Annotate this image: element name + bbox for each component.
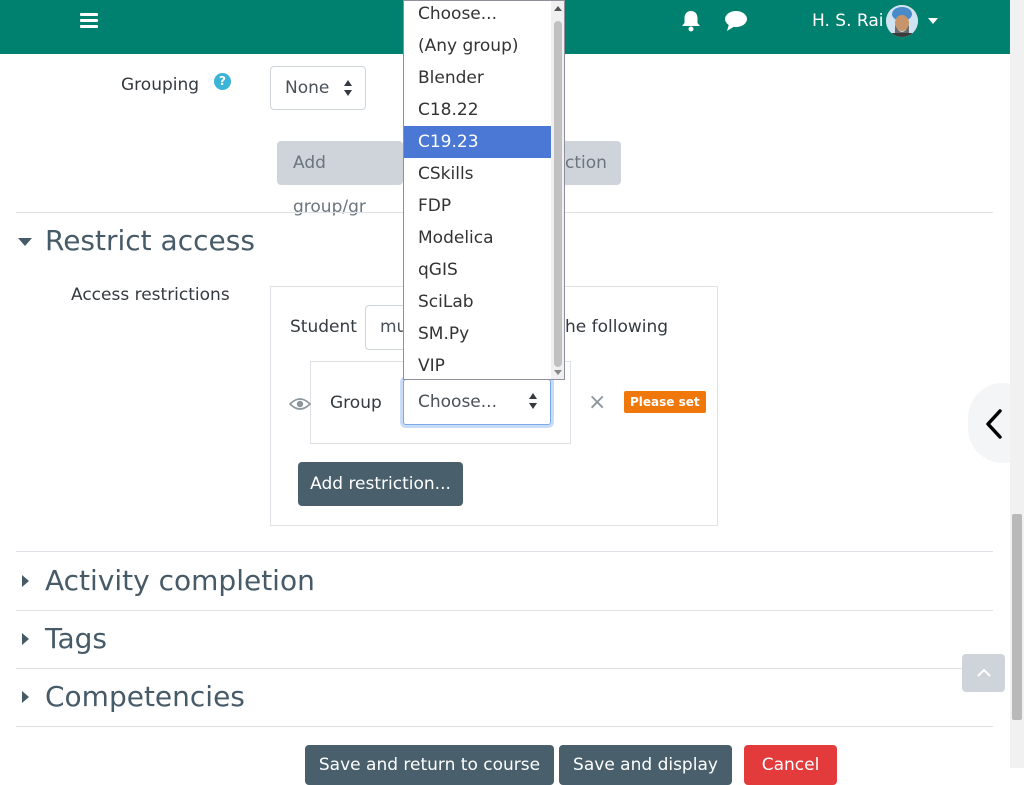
dropdown-option[interactable]: Modelica <box>404 222 551 254</box>
student-label: Student <box>290 317 357 337</box>
hamburger-menu-icon[interactable] <box>78 10 100 32</box>
divider <box>16 610 993 611</box>
select-arrows-icon <box>344 80 353 96</box>
expand-caret-right-icon[interactable] <box>22 575 29 587</box>
select-arrows-icon <box>529 393 538 409</box>
tags-heading[interactable]: Tags <box>45 622 107 656</box>
divider <box>16 726 993 727</box>
page-scrollbar-thumb[interactable] <box>1012 514 1022 720</box>
grouping-select-value: None <box>285 78 330 98</box>
following-text: he following <box>565 317 669 337</box>
divider <box>16 551 993 552</box>
eye-icon[interactable] <box>288 396 312 410</box>
dropdown-option[interactable]: Blender <box>404 62 551 94</box>
dropdown-option[interactable]: SciLab <box>404 286 551 318</box>
group-dropdown-list[interactable]: Choose... (Any group) Blender C18.22 C19… <box>403 0 565 380</box>
dropdown-option[interactable]: FDP <box>404 190 551 222</box>
notifications-bell-icon[interactable] <box>680 9 702 33</box>
dropdown-scrollbar-thumb[interactable] <box>554 21 562 367</box>
grouping-label: Grouping <box>121 75 200 95</box>
dropdown-scrollbar[interactable] <box>551 1 564 379</box>
group-label: Group <box>330 393 382 413</box>
student-must-select[interactable]: mu <box>365 305 407 350</box>
grouping-select[interactable]: None <box>270 66 366 110</box>
group-select-value: Choose... <box>418 392 497 412</box>
user-avatar[interactable] <box>886 5 918 37</box>
add-group-restriction-label-right: ction <box>565 153 607 173</box>
dropdown-option[interactable]: CSkills <box>404 158 551 190</box>
add-group-restriction-button[interactable]: Add group/gr <box>277 141 403 217</box>
dropdown-option[interactable]: C18.22 <box>404 94 551 126</box>
please-set-badge: Please set <box>624 391 706 413</box>
expand-caret-right-icon[interactable] <box>22 633 29 645</box>
scroll-to-top-button[interactable] <box>962 654 1005 692</box>
user-name[interactable]: H. S. Rai <box>812 10 883 32</box>
scroll-up-arrow-icon[interactable] <box>554 6 562 11</box>
cancel-button[interactable]: Cancel <box>744 745 837 785</box>
expand-caret-right-icon[interactable] <box>22 691 29 703</box>
group-select[interactable]: Choose... <box>403 379 551 425</box>
dropdown-option[interactable]: (Any group) <box>404 30 551 62</box>
delete-close-icon[interactable]: × <box>588 392 606 414</box>
add-group-restriction-label-left: Add group/gr <box>293 153 366 217</box>
activity-completion-heading[interactable]: Activity completion <box>45 564 315 598</box>
dropdown-option[interactable]: Choose... <box>404 1 551 30</box>
dropdown-option[interactable]: SM.Py <box>404 318 551 350</box>
divider <box>16 668 993 669</box>
access-restrictions-label: Access restrictions <box>71 285 230 305</box>
save-and-return-button[interactable]: Save and return to course <box>305 745 554 785</box>
collapse-caret-down-icon[interactable] <box>18 238 32 246</box>
help-question-icon[interactable]: ? <box>214 73 231 90</box>
add-group-restriction-button-tail[interactable]: ction <box>565 141 621 185</box>
dropdown-option[interactable]: qGIS <box>404 254 551 286</box>
dropdown-option[interactable]: C19.23 <box>404 126 551 158</box>
save-and-display-button[interactable]: Save and display <box>559 745 732 785</box>
dropdown-option[interactable]: VIP <box>404 350 551 379</box>
restrict-access-heading[interactable]: Restrict access <box>45 224 255 258</box>
scroll-down-arrow-icon[interactable] <box>554 370 562 375</box>
add-restriction-button[interactable]: Add restriction... <box>298 462 463 506</box>
competencies-heading[interactable]: Competencies <box>45 680 245 714</box>
user-menu-caret-icon[interactable] <box>928 18 938 24</box>
messages-chat-icon[interactable] <box>724 10 748 32</box>
